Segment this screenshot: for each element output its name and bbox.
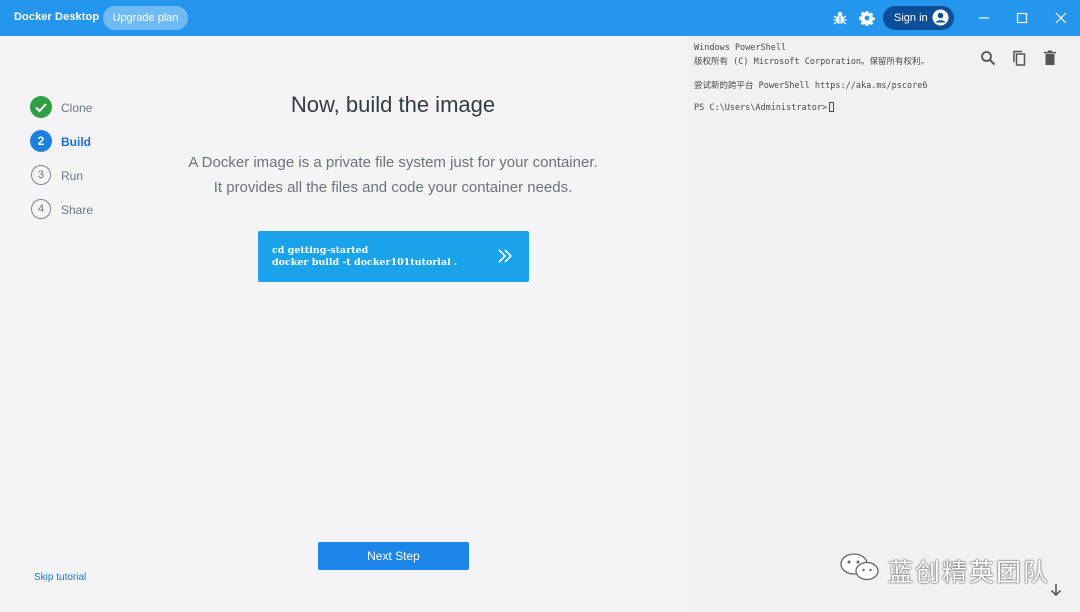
sign-in-label: Sign in — [894, 12, 928, 24]
next-step-button[interactable]: Next Step — [318, 542, 469, 570]
arrow-down-icon[interactable] — [1048, 582, 1064, 598]
page-title: Now, build the image — [290, 92, 496, 117]
watermark-text: 蓝创精英团队 — [888, 559, 1051, 587]
checkmark-icon — [35, 103, 47, 113]
step-description: A Docker image is a private file system … — [163, 150, 623, 200]
step-done-badge — [30, 96, 52, 118]
terminal-prompt-line: PS C:\Users\Administrator> — [694, 102, 835, 113]
upgrade-plan-button[interactable]: Upgrade plan — [103, 6, 188, 30]
step-label: Share — [61, 203, 94, 217]
command-line: docker build -t docker101tutorial . — [272, 256, 458, 268]
description-line: It provides all the files and code your … — [213, 179, 573, 196]
description-line: A Docker image is a private file system … — [188, 154, 598, 171]
step-number: 3 — [31, 165, 51, 185]
sign-in-button[interactable]: Sign in — [883, 6, 954, 30]
account-icon — [932, 9, 949, 26]
command-line: cd getting-started — [272, 245, 369, 256]
command-block[interactable]: cd getting-started docker build -t docker… — [258, 231, 529, 282]
terminal-prompt: PS C:\Users\Administrator> — [694, 103, 828, 113]
terminal-line: Windows PowerShell — [694, 43, 787, 53]
close-icon[interactable] — [1051, 8, 1071, 28]
gear-icon[interactable] — [859, 10, 875, 26]
step-number: 2 — [30, 130, 52, 152]
run-command-icon[interactable] — [496, 247, 514, 265]
terminal-line: 版权所有 (C) Microsoft Corporation。保留所有权利。 — [694, 57, 930, 67]
step-label: Build — [61, 135, 91, 149]
minimize-icon[interactable] — [974, 8, 994, 28]
title-bar: Docker Desktop Upgrade plan Sign in — [0, 0, 1080, 36]
command-text: cd getting-started docker build -t docker… — [272, 245, 457, 268]
terminal-panel[interactable]: Windows PowerShell 版权所有 (C) Microsoft Co… — [686, 36, 1080, 612]
terminal-toolbar — [974, 42, 1078, 74]
maximize-icon[interactable] — [1012, 8, 1032, 28]
wechat-logo-icon — [840, 553, 879, 581]
skip-tutorial-link[interactable]: Skip tutorial — [34, 572, 86, 583]
bug-icon[interactable] — [832, 10, 848, 26]
app-title: Docker Desktop — [14, 11, 100, 23]
search-icon[interactable] — [979, 49, 997, 67]
step-label: Clone — [61, 101, 93, 115]
copy-icon[interactable] — [1010, 49, 1028, 67]
trash-icon[interactable] — [1041, 49, 1059, 67]
step-label: Run — [61, 169, 84, 183]
terminal-cursor — [829, 102, 835, 112]
terminal-line: 尝试新的跨平台 PowerShell https://aka.ms/pscore… — [694, 81, 928, 91]
step-number: 4 — [31, 199, 51, 219]
